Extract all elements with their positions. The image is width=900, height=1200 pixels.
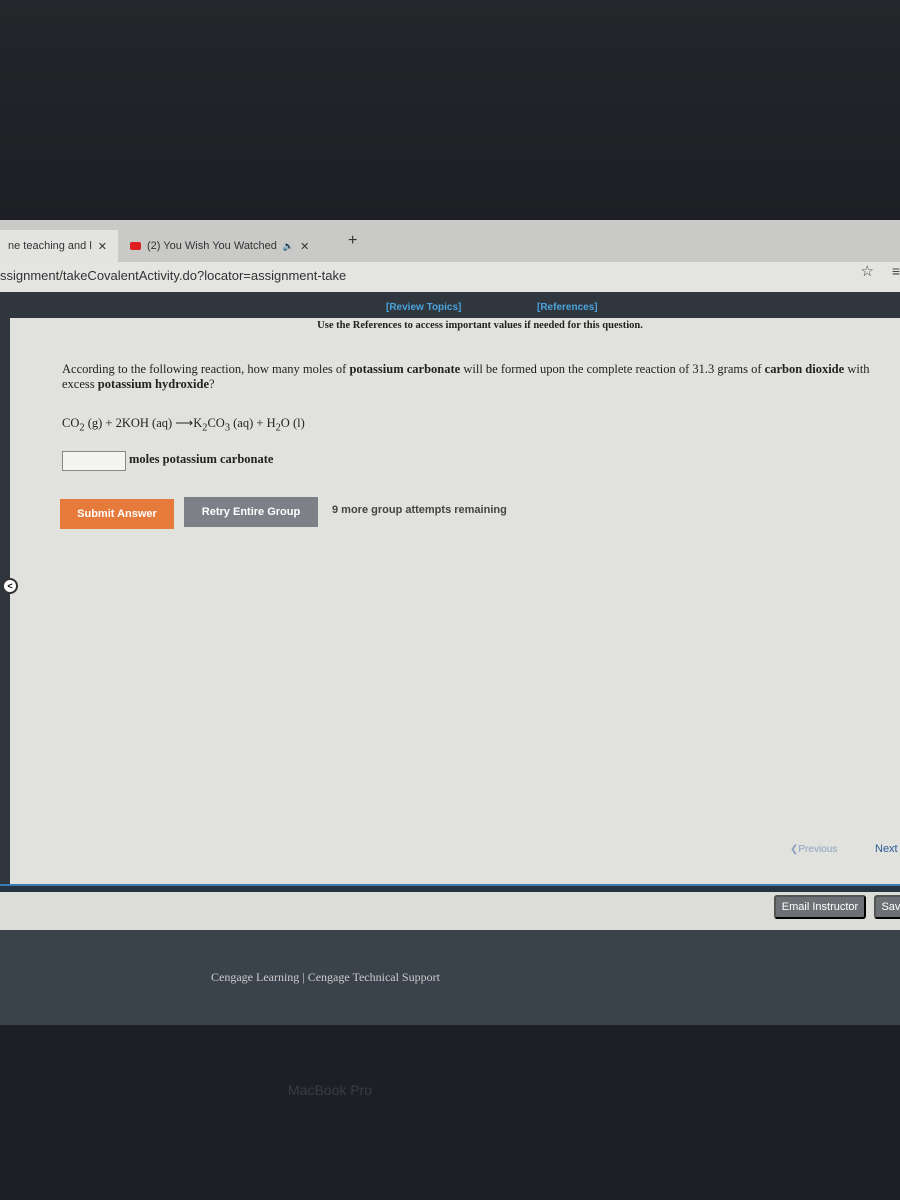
footer-links: Cengage Learning | Cengage Technical Sup… bbox=[211, 970, 440, 984]
tab-teaching[interactable]: ne teaching and l ✕ bbox=[0, 230, 118, 262]
menu-icon[interactable]: ≡ bbox=[892, 263, 900, 279]
close-icon[interactable]: ✕ bbox=[98, 240, 107, 253]
address-bar[interactable]: ssignment/takeCovalentActivity.do?locato… bbox=[0, 262, 900, 292]
chemical-equation: CO2 (g) + 2KOH (aq) ⟶K2CO3 (aq) + H2O (l… bbox=[62, 416, 305, 434]
bookmark-star-icon[interactable]: ☆ bbox=[861, 262, 874, 280]
audio-icon[interactable]: 🔈 bbox=[283, 241, 294, 252]
email-instructor-button[interactable]: Email Instructor bbox=[774, 895, 866, 919]
divider bbox=[0, 884, 900, 892]
submit-answer-button[interactable]: Submit Answer bbox=[60, 499, 174, 529]
next-button[interactable]: Next bbox=[875, 843, 898, 855]
tab-title: ne teaching and l bbox=[8, 240, 92, 252]
answer-unit-label: moles potassium carbonate bbox=[129, 452, 274, 466]
answer-input[interactable] bbox=[62, 451, 126, 471]
previous-button[interactable]: ❮Previous bbox=[790, 844, 837, 855]
cengage-learning-link[interactable]: Cengage Learning bbox=[211, 970, 299, 984]
youtube-icon bbox=[130, 242, 141, 250]
attempts-remaining: 9 more group attempts remaining bbox=[332, 504, 507, 516]
tab-youtube[interactable]: (2) You Wish You Watched 🔈 ✕ bbox=[122, 230, 342, 262]
collapse-arrow-icon[interactable]: < bbox=[2, 578, 18, 594]
question-text: According to the following reaction, how… bbox=[62, 362, 870, 391]
close-icon[interactable]: ✕ bbox=[300, 240, 309, 253]
device-label: MacBook Pro bbox=[288, 1082, 373, 1098]
technical-support-link[interactable]: Cengage Technical Support bbox=[308, 970, 440, 984]
instructions: Use the References to access important v… bbox=[317, 320, 643, 331]
retry-group-button[interactable]: Retry Entire Group bbox=[184, 497, 318, 527]
screen-bezel bbox=[0, 0, 900, 220]
tab-title: (2) You Wish You Watched bbox=[147, 240, 277, 252]
bottom-toolbar bbox=[0, 892, 900, 930]
question-content bbox=[0, 318, 900, 885]
laptop-bezel bbox=[0, 1025, 900, 1200]
tab-bar: ne teaching and l ✕ (2) You Wish You Watc… bbox=[0, 220, 900, 262]
save-button[interactable]: Save bbox=[874, 895, 900, 919]
review-topics-link[interactable]: [Review Topics] bbox=[386, 302, 461, 313]
footer bbox=[0, 930, 900, 1025]
references-link[interactable]: [References] bbox=[537, 302, 598, 313]
new-tab-button[interactable]: + bbox=[348, 232, 357, 250]
